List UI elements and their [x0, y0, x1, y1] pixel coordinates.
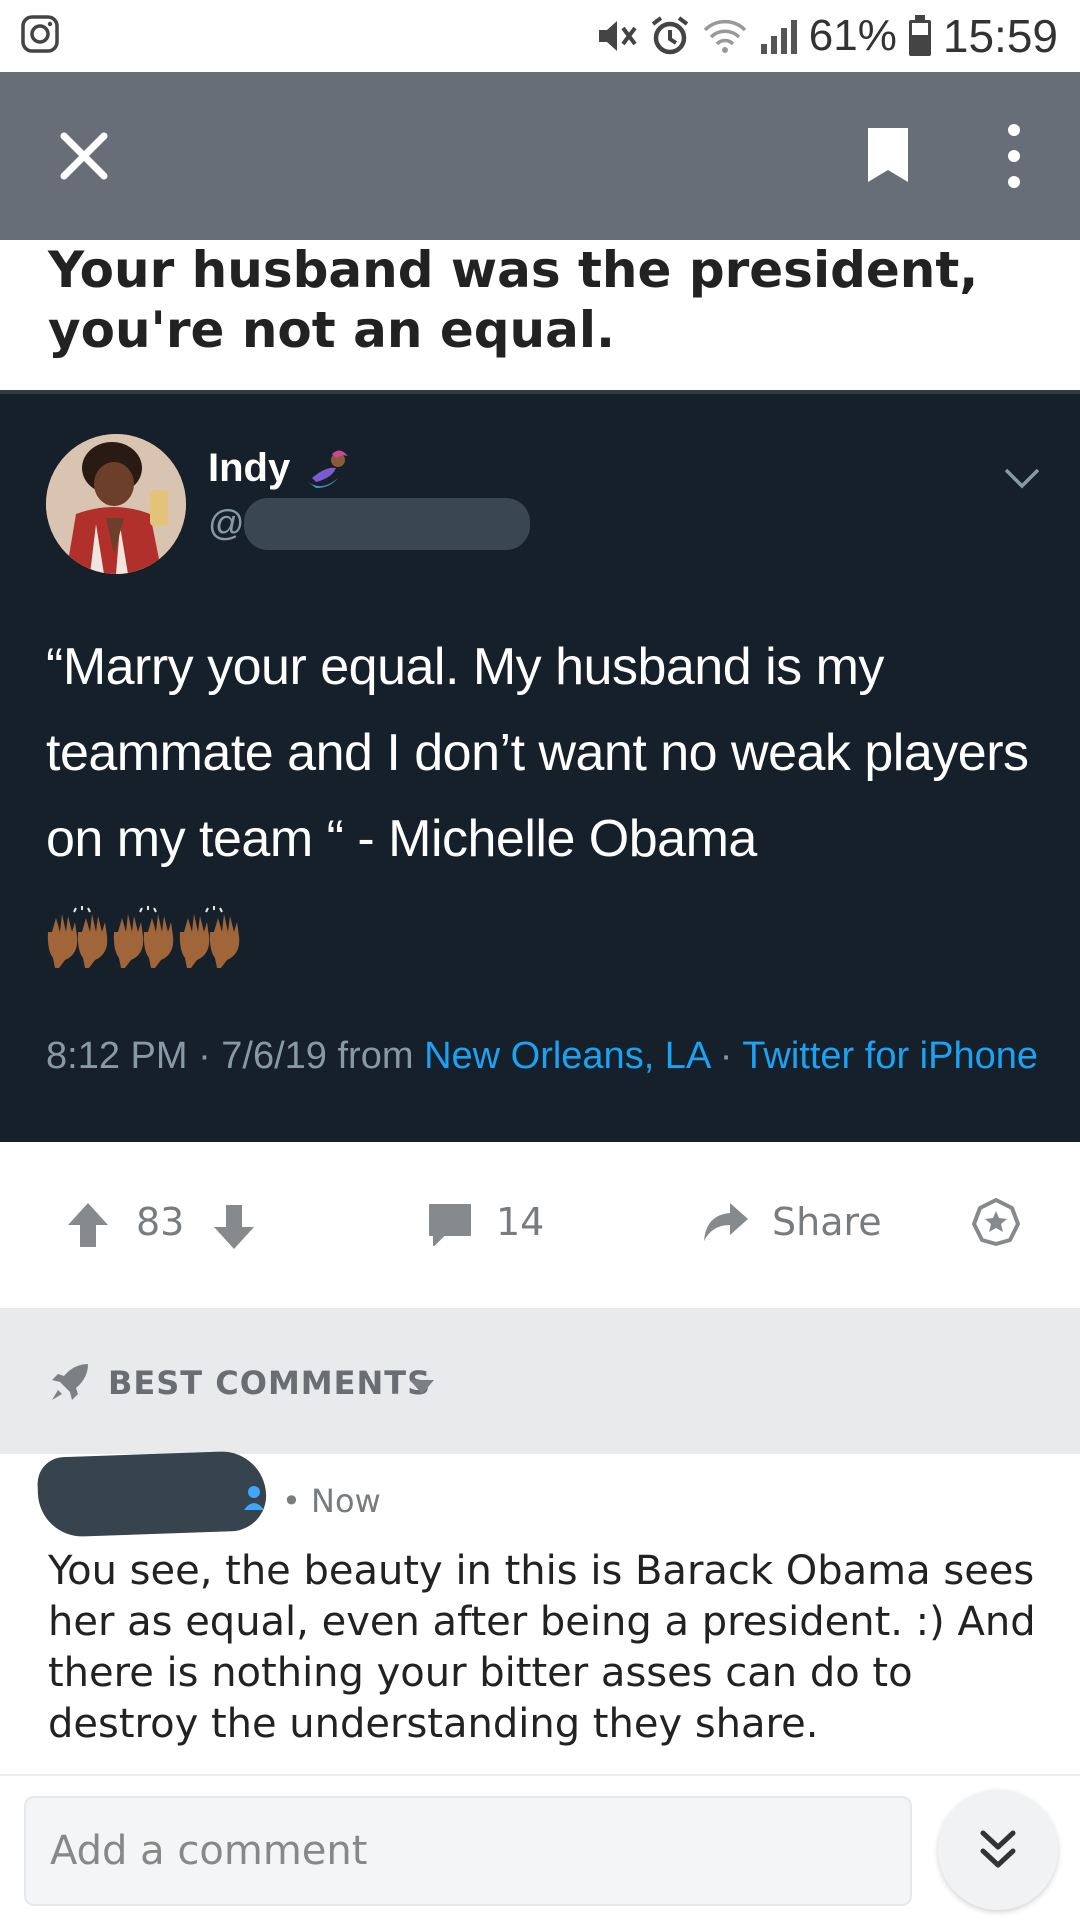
comment-timestamp: • Now	[282, 1482, 381, 1520]
status-bar: 61% 15:59	[0, 0, 1080, 72]
tweet-meta: 8:12 PM · 7/6/19 from New Orleans, LA · …	[46, 1030, 1046, 1082]
wifi-icon	[703, 19, 747, 53]
raised-hands-emoji	[46, 902, 256, 972]
share-button[interactable]: Share	[772, 1200, 882, 1244]
battery-percent: 61%	[808, 11, 897, 60]
tweet-location-link[interactable]: New Orleans, LA	[424, 1035, 709, 1077]
chevron-down-icon[interactable]	[1000, 464, 1044, 492]
raised-hands-icon	[47, 906, 240, 968]
comment-count[interactable]: 14	[496, 1200, 544, 1244]
post-title: Your husband was the president, you're n…	[48, 241, 979, 359]
tweet-screenshot[interactable]: Indy @ “Marry your equal. My husband is …	[0, 390, 1080, 1142]
vote-score: 83	[136, 1200, 185, 1244]
user-icon	[244, 1486, 264, 1510]
tweet-timestamp: 8:12 PM · 7/6/19 from	[46, 1035, 425, 1077]
rocket-icon	[52, 1364, 88, 1400]
comment-body: You see, the beauty in this is Barack Ob…	[48, 1548, 1036, 1747]
upvote-icon[interactable]	[66, 1201, 110, 1249]
sort-label: BEST COMMENTS	[108, 1364, 432, 1402]
caret-down-icon	[410, 1380, 434, 1394]
username-redaction	[36, 1450, 268, 1538]
battery-icon	[908, 15, 931, 56]
handle-redaction	[244, 498, 530, 550]
comment-icon[interactable]	[426, 1201, 474, 1247]
tweet-source-link[interactable]: Twitter for iPhone	[742, 1035, 1038, 1077]
post-action-bar: 83 14 Share	[0, 1142, 1080, 1308]
instagram-icon	[21, 15, 59, 53]
alarm-icon	[651, 16, 688, 55]
downvote-icon[interactable]	[212, 1203, 256, 1251]
tweet-text: “Marry your equal. My husband is my team…	[46, 638, 1029, 868]
comments-sort-bar[interactable]: BEST COMMENTS	[0, 1308, 1080, 1454]
close-icon[interactable]	[56, 128, 112, 184]
avatar	[46, 434, 186, 574]
bookmark-icon[interactable]	[864, 124, 912, 186]
post-toolbar	[0, 72, 1080, 240]
award-icon[interactable]	[972, 1198, 1020, 1246]
clock: 15:59	[942, 10, 1058, 62]
meta-separator: ·	[709, 1035, 743, 1077]
mute-icon	[598, 21, 637, 51]
comment-input[interactable]	[24, 1796, 912, 1906]
mermaid-emoji-icon	[308, 450, 348, 488]
comment[interactable]: • Now You see, the beauty in this is Bar…	[0, 1450, 1080, 1774]
signal-icon	[760, 20, 797, 54]
more-icon[interactable]	[996, 120, 1032, 192]
comment-bar	[0, 1774, 1080, 1920]
scroll-down-button[interactable]	[938, 1790, 1058, 1910]
share-icon[interactable]	[700, 1199, 750, 1245]
tweet-handle: @	[208, 502, 245, 543]
tweet-author-name: Indy	[208, 446, 291, 490]
double-chevron-down-icon	[980, 1830, 1016, 1868]
